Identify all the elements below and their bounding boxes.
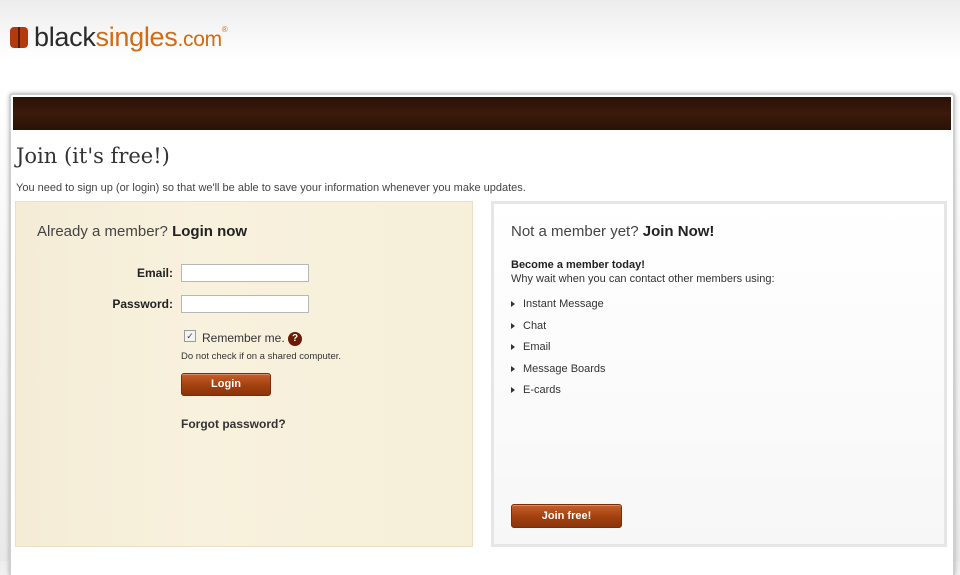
page-subtext: You need to sign up (or login) so that w… bbox=[16, 182, 526, 194]
login-button[interactable]: Login bbox=[181, 373, 271, 396]
login-heading: Already a member? Login now bbox=[37, 223, 247, 240]
logo-registered: ® bbox=[221, 25, 228, 34]
feature-label: Chat bbox=[523, 319, 547, 332]
list-item: Chat bbox=[511, 320, 606, 342]
logo-mark-icon bbox=[10, 27, 28, 48]
why-wait-text: Why wait when you can contact other memb… bbox=[511, 273, 775, 285]
bullet-arrow-icon bbox=[511, 344, 515, 350]
feature-label: Email bbox=[523, 341, 551, 353]
bullet-arrow-icon bbox=[511, 365, 515, 372]
logo-wordmark: blacksingles.com® bbox=[34, 22, 228, 52]
list-item: Instant Message bbox=[511, 298, 606, 320]
password-field[interactable] bbox=[181, 295, 309, 313]
site-logo[interactable]: blacksingles.com® bbox=[10, 22, 228, 52]
checkmark-icon: ✓ bbox=[186, 331, 194, 341]
shared-computer-note: Do not check if on a shared computer. bbox=[181, 351, 342, 362]
list-item: E-cards bbox=[511, 384, 606, 406]
join-heading-prefix: Not a member yet? bbox=[511, 223, 639, 240]
join-heading-strong: Join Now! bbox=[642, 223, 715, 240]
main-frame: Join (it's free!) You need to sign up (o… bbox=[9, 93, 955, 575]
feature-label: Message Boards bbox=[523, 362, 606, 375]
login-panel: Already a member? Login now Email: Passw… bbox=[15, 201, 473, 547]
join-heading: Not a member yet? Join Now! bbox=[511, 223, 714, 240]
feature-label: E-cards bbox=[523, 384, 561, 396]
remember-me-label[interactable]: Remember me. bbox=[202, 331, 285, 345]
page-title: Join (it's free!) bbox=[16, 144, 170, 168]
feature-label: Instant Message bbox=[523, 298, 604, 310]
login-heading-prefix: Already a member? bbox=[37, 223, 168, 240]
password-label: Password: bbox=[112, 297, 173, 311]
list-item: Message Boards bbox=[511, 363, 606, 385]
logo-black: black bbox=[34, 22, 96, 52]
logo-dotcom: .com bbox=[177, 28, 222, 51]
help-icon[interactable]: ? bbox=[288, 332, 302, 346]
forgot-password-link[interactable]: Forgot password? bbox=[181, 417, 286, 431]
top-bar bbox=[13, 97, 951, 130]
bullet-arrow-icon bbox=[511, 301, 515, 307]
remember-me-checkbox[interactable]: ✓ bbox=[184, 330, 196, 342]
bullet-arrow-icon bbox=[511, 387, 515, 393]
logo-singles: singles bbox=[95, 22, 178, 52]
join-free-button[interactable]: Join free! bbox=[511, 504, 622, 528]
list-item: Email bbox=[511, 341, 606, 363]
email-label: Email: bbox=[136, 266, 173, 280]
become-member-text: Become a member today! bbox=[511, 259, 645, 271]
join-panel: Not a member yet? Join Now! Become a mem… bbox=[491, 201, 947, 547]
bullet-arrow-icon bbox=[511, 322, 515, 329]
login-heading-strong: Login now bbox=[172, 223, 248, 240]
feature-list: Instant Message Chat Email Message Board… bbox=[511, 298, 606, 406]
email-field[interactable] bbox=[181, 264, 309, 282]
